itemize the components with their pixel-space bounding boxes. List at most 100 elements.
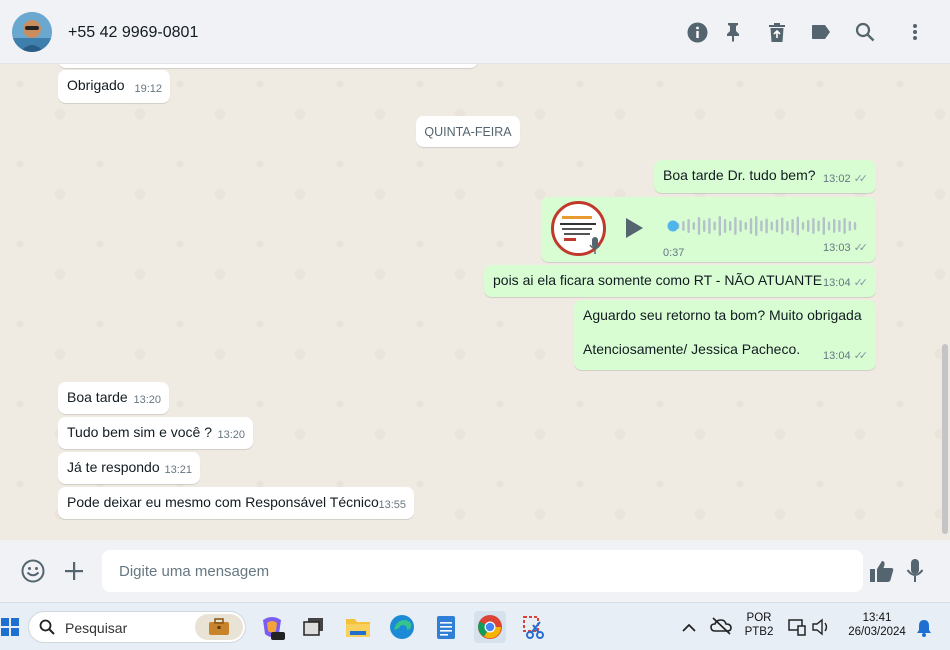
read-receipt-icon: ✓✓ (853, 350, 869, 362)
waveform-bar (827, 221, 831, 231)
waveform-bar (765, 218, 768, 234)
waveform-bar (739, 220, 742, 232)
message-time: 13:02 (823, 173, 851, 185)
microphone-icon[interactable] (902, 558, 928, 584)
waveform-bar (697, 217, 701, 235)
waveform-bar (817, 220, 820, 232)
pin-icon[interactable] (722, 21, 744, 43)
waveform-bar (755, 216, 758, 236)
label-icon[interactable] (810, 21, 832, 43)
delete-icon[interactable] (766, 21, 788, 43)
message-incoming[interactable]: Tudo bem sim e você ? 13:20 (58, 417, 253, 449)
message-text: Obrigado (67, 77, 125, 93)
clock-time: 13:41 (862, 612, 892, 624)
search-placeholder: Pesquisar (65, 620, 128, 636)
waveform-bar (713, 221, 716, 231)
onedrive-icon[interactable] (710, 617, 732, 640)
message-incoming[interactable]: Pode deixar eu mesmo com Responsável Téc… (58, 487, 414, 519)
waveform-bar (796, 216, 799, 236)
thumbs-up-icon[interactable] (869, 558, 895, 584)
message-time: 13:55 (378, 499, 406, 511)
waveform-bar (718, 216, 721, 236)
network-icon[interactable] (788, 618, 806, 641)
waveform-bar (822, 217, 825, 235)
waveform-bar (729, 221, 732, 231)
playback-position-dot[interactable] (667, 220, 679, 232)
audio-duration: 0:37 (663, 247, 685, 259)
read-receipt-icon: ✓✓ (853, 277, 869, 289)
waveform-bar (838, 220, 841, 232)
composer-bar (0, 540, 950, 602)
waveform-bar (734, 217, 737, 235)
emoji-icon[interactable] (20, 558, 46, 584)
waveform-bar (749, 218, 753, 234)
waveform-bar (770, 221, 773, 231)
edge-icon[interactable] (386, 611, 418, 643)
snipping-tool-icon[interactable] (518, 611, 550, 643)
message-text: pois ai ela ficara somente como RT - NÃO… (493, 272, 823, 288)
message-text: Boa tarde Dr. tudo bem? (663, 167, 816, 183)
waveform-bar (682, 221, 685, 231)
volume-icon[interactable] (812, 618, 830, 641)
message-time: 13:21 (164, 464, 192, 476)
menu-icon[interactable] (904, 21, 926, 43)
keyboard-layout: PTB2 (744, 626, 774, 638)
taskbar-clock[interactable]: 13:41 26/03/2024 (840, 612, 914, 638)
message-time: 19:12 (134, 83, 162, 95)
message-outgoing[interactable]: pois ai ela ficara somente como RT - NÃO… (484, 265, 876, 297)
file-explorer-icon[interactable] (342, 611, 374, 643)
copilot-icon[interactable] (256, 611, 288, 643)
message-outgoing[interactable]: Aguardo seu retorno ta bom? Muito obriga… (574, 300, 876, 370)
message-text-line: Atenciosamente/ Jessica Pacheco. (583, 341, 801, 357)
chevron-up-icon[interactable] (682, 620, 696, 638)
contact-name[interactable]: +55 42 9969-0801 (68, 24, 198, 42)
waveform-bar (801, 222, 805, 230)
message-text-line: Aguardo seu retorno ta bom? Muito obriga… (583, 307, 862, 323)
waveform-bar (791, 219, 794, 233)
audio-waveform[interactable] (667, 214, 857, 238)
read-receipt-icon: ✓✓ (853, 173, 869, 185)
message-input[interactable] (102, 550, 863, 592)
message-text: Tudo bem sim e você ? (67, 424, 212, 440)
message-text: Boa tarde (67, 389, 128, 405)
task-view-icon[interactable] (298, 611, 330, 643)
notification-bell-icon[interactable] (916, 619, 932, 642)
waveform-bar (807, 220, 810, 232)
waveform-bar (723, 219, 727, 233)
microphone-icon (589, 237, 601, 255)
message-time: 13:20 (133, 394, 161, 406)
message-bubble-partial (58, 64, 478, 68)
language-indicator[interactable]: POR PTB2 (742, 612, 776, 638)
contact-avatar[interactable] (12, 12, 52, 52)
chat-scrollbar[interactable] (942, 344, 948, 534)
search-icon (39, 619, 55, 640)
message-meta: 13:04 ✓✓ (823, 347, 868, 366)
waveform-bar (781, 217, 784, 235)
message-time: 13:04 (823, 350, 851, 362)
message-meta: 13:02 ✓✓ (823, 170, 868, 189)
windows-start-icon[interactable] (0, 611, 26, 643)
waveform-bar (775, 219, 779, 233)
message-text: Já te respondo (67, 459, 160, 475)
message-incoming[interactable]: Obrigado 19:12 (58, 70, 170, 103)
taskbar-search[interactable]: Pesquisar (28, 611, 246, 643)
waveform-bar (692, 222, 695, 230)
info-icon[interactable] (686, 21, 708, 43)
notepad-icon[interactable] (430, 611, 462, 643)
message-incoming[interactable]: Já te respondo 13:21 (58, 452, 200, 484)
attach-plus-icon[interactable] (61, 558, 87, 584)
day-separator: QUINTA-FEIRA (416, 116, 520, 147)
waveform-bar (812, 218, 815, 234)
search-icon[interactable] (854, 21, 876, 43)
message-outgoing[interactable]: Boa tarde Dr. tudo bem? 13:02 ✓✓ (654, 160, 876, 193)
waveform-bar (687, 219, 690, 233)
chrome-icon[interactable] (474, 611, 506, 643)
play-icon[interactable] (623, 217, 645, 239)
message-incoming[interactable]: Boa tarde 13:20 (58, 382, 169, 414)
waveform-bar (833, 219, 836, 233)
waveform-bar (703, 220, 706, 232)
message-meta: 13:04 ✓✓ (823, 274, 868, 293)
voice-message[interactable]: 0:37 13:03 ✓✓ (541, 197, 876, 262)
waveform-bar (786, 221, 789, 231)
chat-area[interactable]: Obrigado 19:12 QUINTA-FEIRA Boa tarde Dr… (0, 64, 950, 540)
